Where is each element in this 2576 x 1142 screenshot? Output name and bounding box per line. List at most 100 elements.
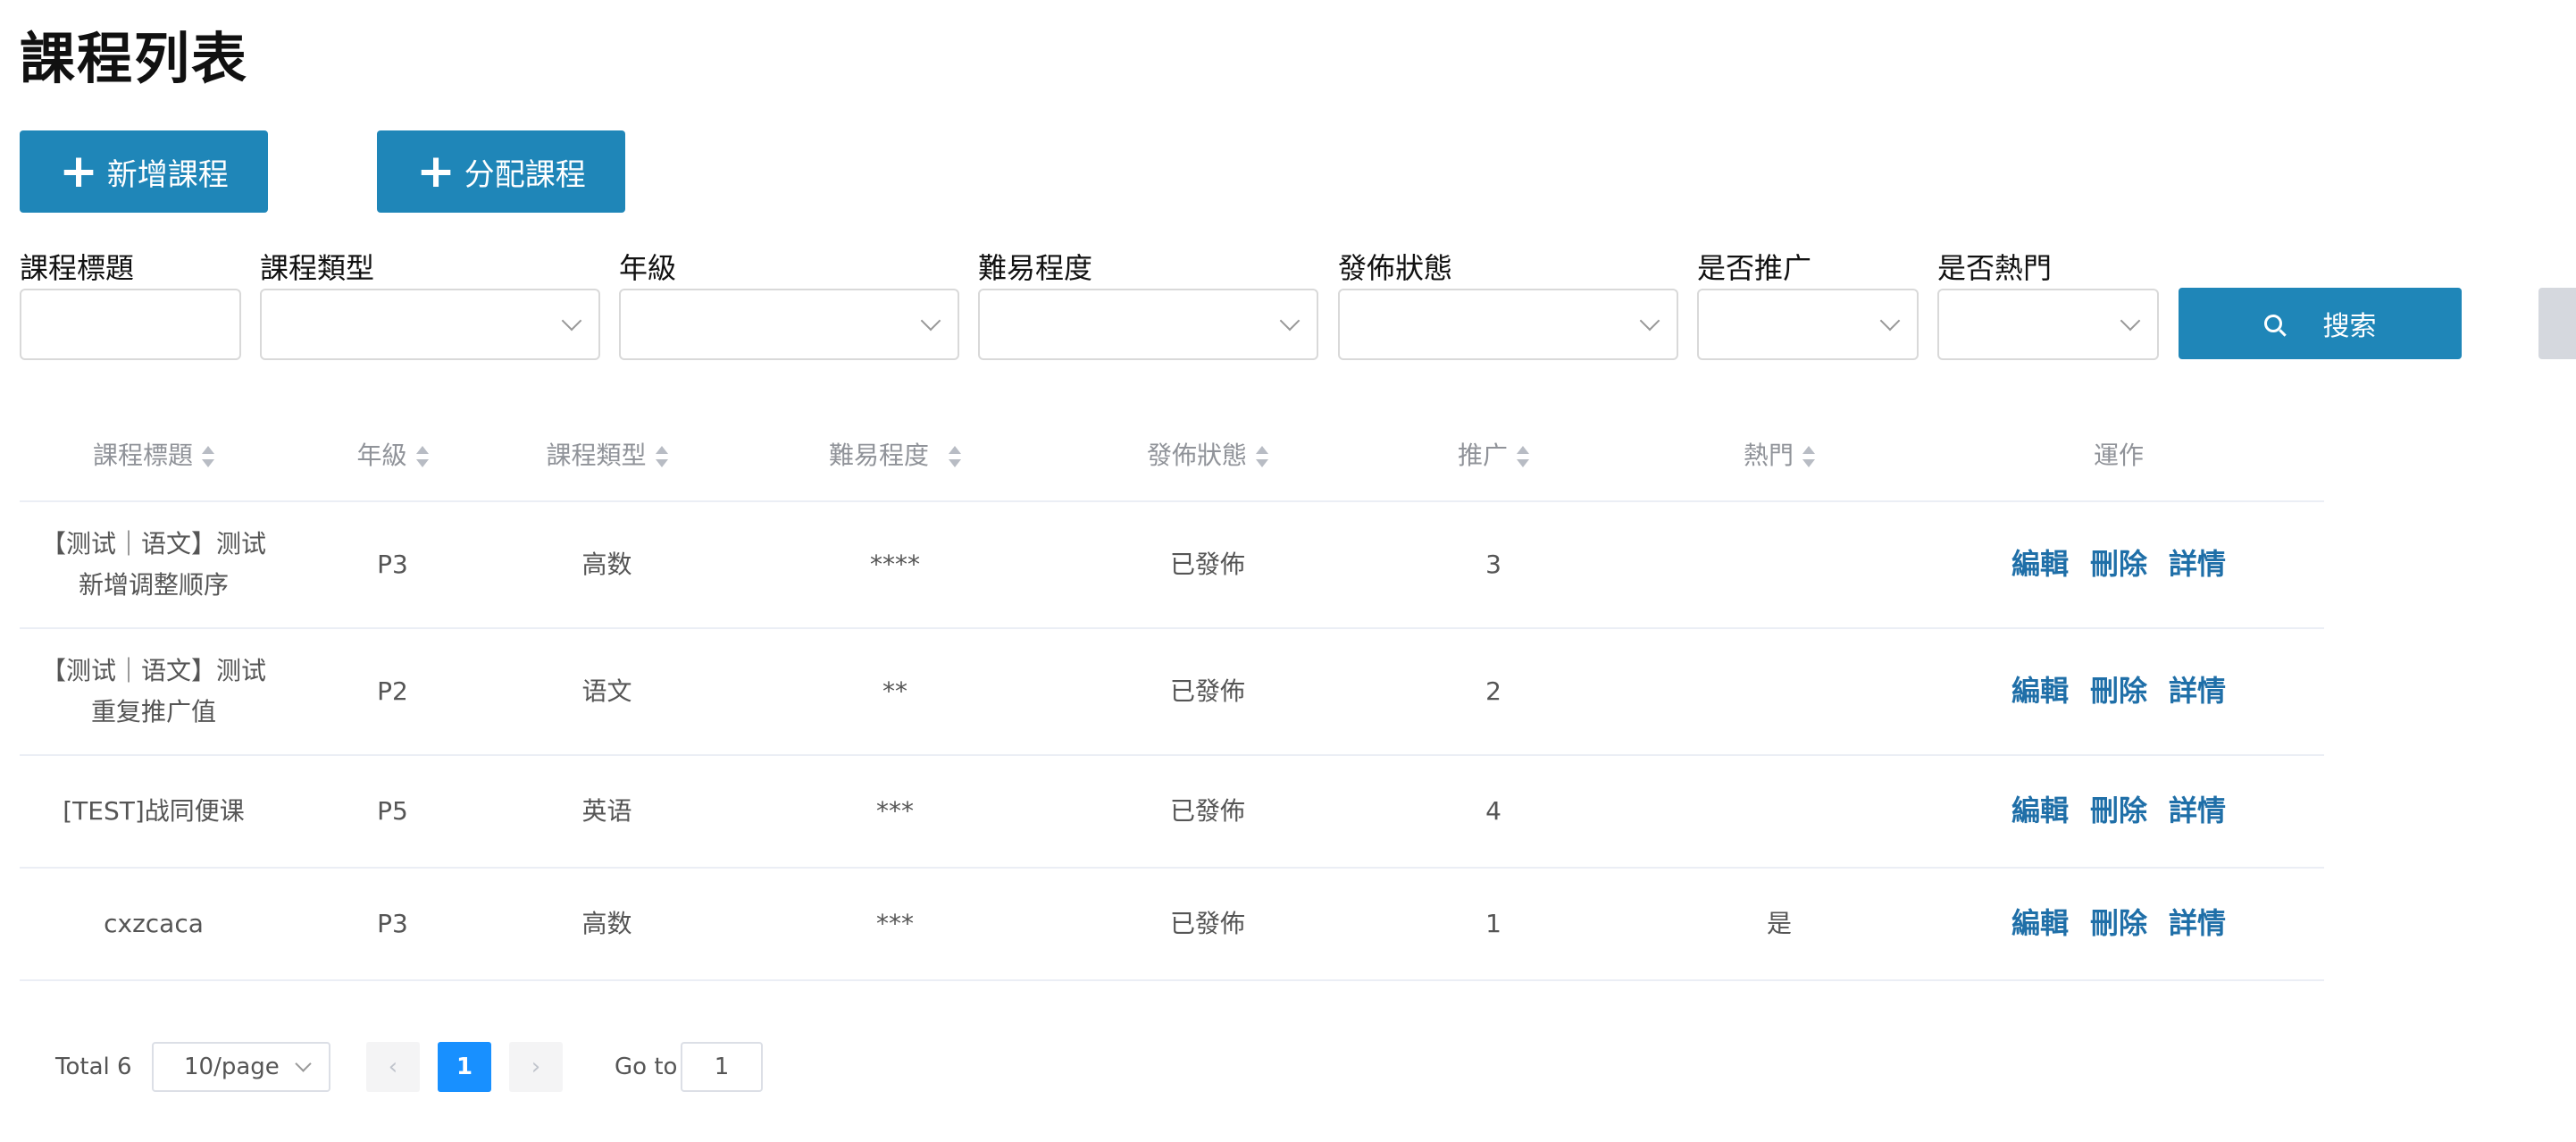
next-page-button[interactable]: › (509, 1042, 563, 1092)
detail-link[interactable]: 詳情 (2169, 794, 2226, 827)
page-size-select[interactable]: 10/page (152, 1042, 330, 1092)
filter-grade-label: 年級 (619, 251, 677, 285)
sort-icon[interactable] (415, 445, 429, 468)
edit-link[interactable]: 編輯 (2011, 674, 2069, 708)
filter-type-label: 課程類型 (260, 251, 375, 285)
col-header-grade[interactable]: 年級 (288, 407, 498, 502)
cell-status: 已發佈 (1074, 868, 1342, 981)
cell-type: 高数 (498, 868, 716, 981)
delete-link[interactable]: 刪除 (2090, 906, 2147, 940)
filter-difficulty-select[interactable] (978, 289, 1318, 360)
cell-hot (1645, 628, 1913, 756)
cell-ops: 編輯 刪除 詳情 (1913, 868, 2324, 981)
assign-course-button[interactable]: + 分配課程 (377, 130, 625, 213)
delete-link[interactable]: 刪除 (2090, 547, 2147, 581)
cell-status: 已發佈 (1074, 628, 1342, 756)
filter-promote-label: 是否推广 (1697, 251, 1812, 285)
cell-grade: P5 (288, 755, 498, 869)
search-button[interactable]: 搜索 (2179, 288, 2462, 359)
filter-hot-label: 是否熱門 (1937, 251, 2053, 285)
col-header-ops: 運作 (1913, 407, 2324, 502)
cell-ops: 編輯 刪除 詳情 (1913, 501, 2324, 629)
sort-icon[interactable] (1256, 445, 1268, 468)
detail-link[interactable]: 詳情 (2169, 906, 2226, 940)
delete-link[interactable]: 刪除 (2090, 794, 2147, 827)
cell-type: 高数 (498, 501, 716, 629)
cell-status: 已發佈 (1074, 501, 1342, 629)
search-icon (2263, 315, 2282, 332)
page-title: 課程列表 (20, 26, 249, 91)
cell-title: [TEST]战同便课 (20, 755, 288, 869)
cell-title: 【测试｜语文】测试重复推广值 (20, 628, 288, 756)
col-header-title[interactable]: 課程標題 (20, 407, 288, 502)
delete-link[interactable]: 刪除 (2090, 674, 2147, 708)
filter-title-label: 課程標題 (20, 251, 135, 285)
table-row: cxzcaca P3 高数 *** 已發佈 1 是 編輯 刪除 詳情 (20, 868, 2324, 981)
filter-title-input[interactable] (20, 289, 241, 360)
sort-icon[interactable] (1517, 445, 1529, 468)
edit-link[interactable]: 編輯 (2011, 906, 2069, 940)
filter-grade-select[interactable] (619, 289, 959, 360)
sort-icon[interactable] (202, 445, 214, 468)
assign-course-label: 分配課程 (464, 156, 586, 193)
table-row: 【测试｜语文】测试重复推广值 P2 语文 ** 已發佈 2 編輯 刪除 詳情 (20, 628, 2324, 756)
cell-grade: P3 (288, 501, 498, 629)
cell-promote: 4 (1342, 755, 1645, 869)
sort-icon[interactable] (655, 445, 668, 468)
reset-button[interactable] (2538, 288, 2576, 359)
edit-link[interactable]: 編輯 (2011, 547, 2069, 581)
filter-status-select[interactable] (1338, 289, 1678, 360)
cell-hot: 是 (1645, 868, 1913, 981)
goto-label: Go to (615, 1054, 678, 1080)
cell-difficulty: *** (716, 755, 1074, 869)
col-header-promote[interactable]: 推广 (1342, 407, 1645, 502)
col-header-difficulty[interactable]: 難易程度 (716, 407, 1074, 502)
chevron-down-icon (295, 1055, 312, 1072)
pagination-total: Total 6 (55, 1054, 132, 1080)
add-course-label: 新增課程 (106, 156, 229, 193)
chevron-down-icon (920, 310, 941, 332)
course-table: 課程標題 年級 課程類型 難易程度 發佈狀態 推广 熱門 運作 【测试｜语文】测… (20, 407, 2324, 981)
prev-page-button[interactable]: ‹ (366, 1042, 420, 1092)
table-row: [TEST]战同便课 P5 英语 *** 已發佈 4 編輯 刪除 詳情 (20, 755, 2324, 869)
cell-grade: P3 (288, 868, 498, 981)
col-header-status[interactable]: 發佈狀態 (1074, 407, 1342, 502)
chevron-down-icon (561, 310, 582, 332)
search-label: 搜索 (2322, 311, 2377, 342)
edit-link[interactable]: 編輯 (2011, 794, 2069, 827)
cell-title: 【测试｜语文】测试新增调整顺序 (20, 501, 288, 629)
table-row: 【测试｜语文】测试新增调整顺序 P3 高数 **** 已發佈 3 編輯 刪除 詳情 (20, 501, 2324, 629)
filter-promote-select[interactable] (1697, 289, 1919, 360)
sort-icon[interactable] (949, 445, 961, 468)
chevron-right-icon: › (531, 1054, 541, 1080)
goto-page-input[interactable]: 1 (681, 1042, 763, 1092)
cell-status: 已發佈 (1074, 755, 1342, 869)
cell-title: cxzcaca (20, 868, 288, 981)
cell-grade: P2 (288, 628, 498, 756)
plus-icon: + (59, 145, 98, 198)
cell-promote: 3 (1342, 501, 1645, 629)
cell-difficulty: ** (716, 628, 1074, 756)
cell-difficulty: **** (716, 501, 1074, 629)
page-number-current[interactable]: 1 (438, 1042, 491, 1092)
cell-difficulty: *** (716, 868, 1074, 981)
filter-hot-select[interactable] (1937, 289, 2159, 360)
chevron-down-icon (1639, 310, 1660, 332)
add-course-button[interactable]: + 新增課程 (20, 130, 268, 213)
filter-type-select[interactable] (260, 289, 600, 360)
sort-icon[interactable] (1802, 445, 1815, 468)
cell-promote: 2 (1342, 628, 1645, 756)
cell-promote: 1 (1342, 868, 1645, 981)
col-header-hot[interactable]: 熱門 (1645, 407, 1913, 502)
cell-ops: 編輯 刪除 詳情 (1913, 755, 2324, 869)
plus-icon: + (416, 145, 456, 198)
cell-type: 语文 (498, 628, 716, 756)
col-header-type[interactable]: 課程類型 (498, 407, 716, 502)
detail-link[interactable]: 詳情 (2169, 674, 2226, 708)
detail-link[interactable]: 詳情 (2169, 547, 2226, 581)
cell-ops: 編輯 刪除 詳情 (1913, 628, 2324, 756)
cell-hot (1645, 755, 1913, 869)
page-size-value: 10/page (184, 1054, 280, 1080)
chevron-down-icon (1279, 310, 1301, 332)
chevron-down-icon (2120, 310, 2141, 332)
